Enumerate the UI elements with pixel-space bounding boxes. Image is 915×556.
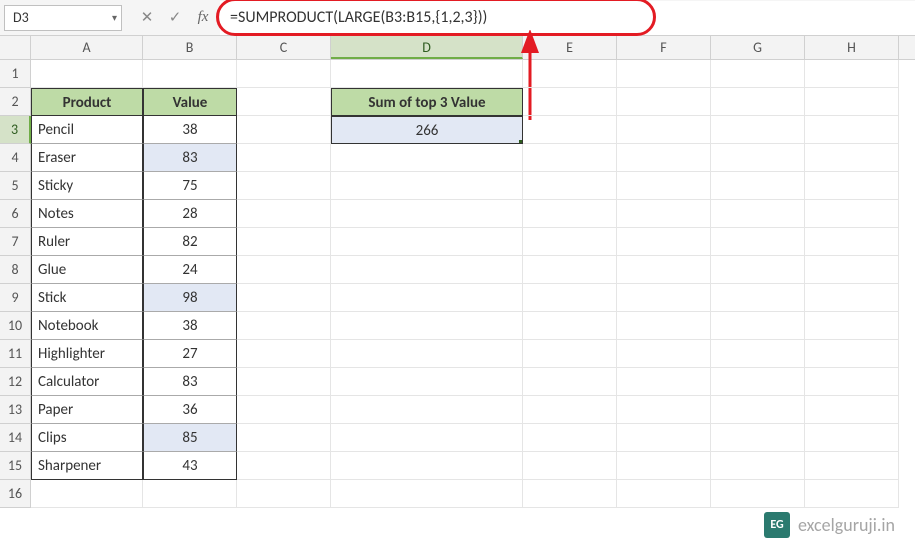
cell-H2[interactable] — [805, 88, 899, 116]
cell-G2[interactable] — [711, 88, 805, 116]
row-3: 3 Pencil 38 266 — [0, 116, 915, 144]
cell-B1[interactable] — [143, 60, 237, 88]
cell-A15[interactable]: Sharpener — [31, 452, 143, 480]
row-header-4[interactable]: 4 — [0, 144, 31, 172]
cell-A9[interactable]: Stick — [31, 284, 143, 312]
col-header-A[interactable]: A — [31, 36, 143, 59]
cell-H3[interactable] — [805, 116, 899, 144]
row-header-10[interactable]: 10 — [0, 312, 31, 340]
cell-A7[interactable]: Ruler — [31, 228, 143, 256]
enter-icon[interactable]: ✓ — [166, 8, 184, 27]
name-box-dropdown-icon[interactable]: ▾ — [112, 11, 117, 24]
cell-C3[interactable] — [237, 116, 331, 144]
cell-B7[interactable]: 82 — [143, 228, 237, 256]
col-header-C[interactable]: C — [237, 36, 331, 59]
formula-bar-row: D3 ▾ ✕ ✓ fx =SUMPRODUCT(LARGE(B3:B15,{1,… — [0, 0, 915, 36]
col-header-H[interactable]: H — [805, 36, 899, 59]
row-header-2[interactable]: 2 — [0, 88, 31, 116]
cell-B11[interactable]: 27 — [143, 340, 237, 368]
row-header-15[interactable]: 15 — [0, 452, 31, 480]
column-headers: A B C D E F G H — [31, 36, 915, 60]
row-header-3[interactable]: 3 — [0, 116, 31, 144]
row-header-1[interactable]: 1 — [0, 60, 31, 88]
col-header-G[interactable]: G — [711, 36, 805, 59]
fx-icon[interactable]: fx — [194, 9, 212, 26]
formula-text: =SUMPRODUCT(LARGE(B3:B15,{1,2,3})) — [230, 8, 487, 27]
cell-G3[interactable] — [711, 116, 805, 144]
cell-B9[interactable]: 98 — [143, 284, 237, 312]
formula-input[interactable]: =SUMPRODUCT(LARGE(B3:B15,{1,2,3})) — [220, 1, 915, 35]
cell-A1[interactable] — [31, 60, 143, 88]
cell-B14[interactable]: 85 — [143, 424, 237, 452]
name-box-value: D3 — [13, 9, 29, 26]
cell-A13[interactable]: Paper — [31, 396, 143, 424]
col-header-D[interactable]: D — [331, 36, 523, 59]
col-header-F[interactable]: F — [617, 36, 711, 59]
cell-C2[interactable] — [237, 88, 331, 116]
cell-D3[interactable]: 266 — [331, 116, 523, 144]
row-header-13[interactable]: 13 — [0, 396, 31, 424]
cell-B10[interactable]: 38 — [143, 312, 237, 340]
row-header-9[interactable]: 9 — [0, 284, 31, 312]
cell-B8[interactable]: 24 — [143, 256, 237, 284]
col-header-B[interactable]: B — [143, 36, 237, 59]
cell-A10[interactable]: Notebook — [31, 312, 143, 340]
watermark: EG excelguruji.in — [764, 512, 895, 538]
cell-D2[interactable]: Sum of top 3 Value — [331, 88, 523, 116]
cell-A4[interactable]: Eraser — [31, 144, 143, 172]
cell-A8[interactable]: Glue — [31, 256, 143, 284]
cell-B4[interactable]: 83 — [143, 144, 237, 172]
row-header-6[interactable]: 6 — [0, 200, 31, 228]
row-header-5[interactable]: 5 — [0, 172, 31, 200]
cell-B2[interactable]: Value — [143, 88, 237, 116]
row-header-11[interactable]: 11 — [0, 340, 31, 368]
cell-B12[interactable]: 83 — [143, 368, 237, 396]
row-header-12[interactable]: 12 — [0, 368, 31, 396]
row-2: 2 Product Value Sum of top 3 Value — [0, 88, 915, 116]
cell-B13[interactable]: 36 — [143, 396, 237, 424]
grid: 1 2 Product Value Sum of top 3 Value 3 P… — [0, 60, 915, 508]
watermark-text: excelguruji.in — [798, 514, 895, 536]
row-header-7[interactable]: 7 — [0, 228, 31, 256]
cell-E3[interactable] — [523, 116, 617, 144]
watermark-badge: EG — [764, 512, 790, 538]
cell-F2[interactable] — [617, 88, 711, 116]
cell-A5[interactable]: Sticky — [31, 172, 143, 200]
formula-bar-buttons: ✕ ✓ fx — [130, 8, 220, 27]
cell-G1[interactable] — [711, 60, 805, 88]
cell-A14[interactable]: Clips — [31, 424, 143, 452]
fill-handle[interactable] — [519, 140, 523, 144]
row-header-14[interactable]: 14 — [0, 424, 31, 452]
cancel-icon[interactable]: ✕ — [138, 8, 156, 27]
cell-E1[interactable] — [523, 60, 617, 88]
col-header-E[interactable]: E — [523, 36, 617, 59]
cell-A11[interactable]: Highlighter — [31, 340, 143, 368]
cell-C1[interactable] — [237, 60, 331, 88]
row-header-16[interactable]: 16 — [0, 480, 31, 508]
name-box[interactable]: D3 ▾ — [4, 5, 122, 31]
cell-B5[interactable]: 75 — [143, 172, 237, 200]
cell-D1[interactable] — [331, 60, 523, 88]
result-value: 266 — [416, 122, 439, 140]
cell-A6[interactable]: Notes — [31, 200, 143, 228]
select-all-corner[interactable] — [0, 36, 31, 60]
cell-A3[interactable]: Pencil — [31, 116, 143, 144]
cell-A12[interactable]: Calculator — [31, 368, 143, 396]
cell-F3[interactable] — [617, 116, 711, 144]
cell-H1[interactable] — [805, 60, 899, 88]
cell-F1[interactable] — [617, 60, 711, 88]
cell-B6[interactable]: 28 — [143, 200, 237, 228]
row-header-8[interactable]: 8 — [0, 256, 31, 284]
cell-E2[interactable] — [523, 88, 617, 116]
cell-B3[interactable]: 38 — [143, 116, 237, 144]
cell-B15[interactable]: 43 — [143, 452, 237, 480]
row-1: 1 — [0, 60, 915, 88]
cell-A2[interactable]: Product — [31, 88, 143, 116]
